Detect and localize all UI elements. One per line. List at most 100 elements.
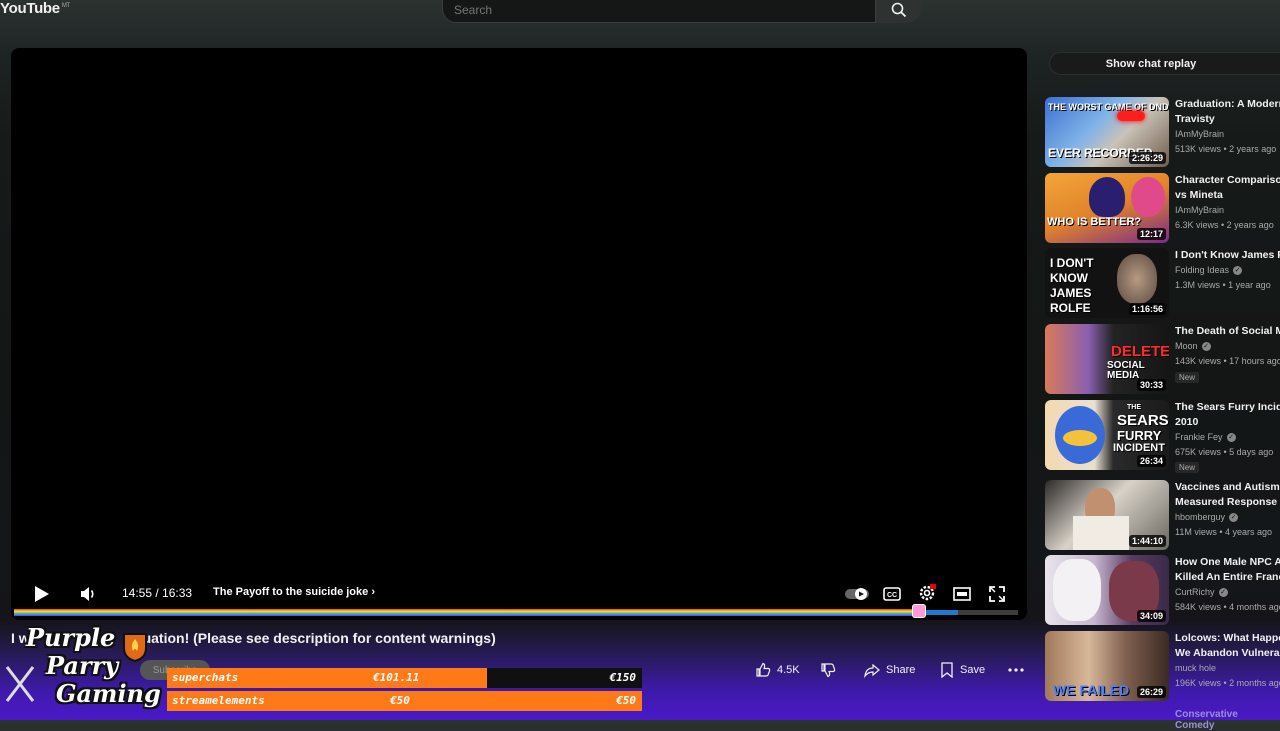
- video-thumbnail: WE FAILED 26:29: [1045, 631, 1169, 701]
- crossed-swords-icon: [5, 666, 35, 702]
- recommendation-item[interactable]: 34:09 How One Male NPC Alm Killed An Ent…: [1045, 555, 1280, 627]
- channel-label: muck hole: [1175, 663, 1217, 673]
- video-title: How One Male NPC Alm Killed An Entire Fr…: [1175, 556, 1280, 583]
- save-button[interactable]: Save: [940, 656, 990, 684]
- video-duration: 1:16:56: [1128, 303, 1166, 315]
- thumbs-down-icon: [821, 663, 836, 678]
- verified-icon: ✓: [1233, 265, 1243, 275]
- show-chat-replay-button[interactable]: Show chat replay: [1049, 52, 1280, 75]
- channel-name[interactable]: IAmMyBrain: [1175, 205, 1224, 215]
- svg-text:CC: CC: [887, 592, 897, 599]
- fullscreen-button[interactable]: [984, 583, 1010, 605]
- recommendation-item[interactable]: WE FAILED 26:29 Lolcows: What Happen We …: [1045, 631, 1280, 703]
- thumbnail-text-line: I DON'T: [1050, 256, 1094, 270]
- video-player[interactable]: 14:55 / 16:33 The Payoff to the suicide …: [11, 48, 1027, 620]
- toggle-icon: [845, 588, 869, 600]
- miniplayer-icon: [953, 587, 971, 601]
- video-title: I Don't Know James Rolf: [1175, 249, 1280, 261]
- channel-name[interactable]: Moon ✓: [1175, 341, 1211, 351]
- settings-button[interactable]: [914, 581, 940, 605]
- channel-name[interactable]: Folding Ideas ✓: [1175, 265, 1243, 275]
- gear-icon: [919, 584, 936, 601]
- verified-icon: ✓: [1226, 432, 1236, 442]
- channel-name[interactable]: Frankie Fey ✓: [1175, 432, 1236, 442]
- thumbnail-text: SOCIAL MEDIA: [1107, 360, 1145, 381]
- recommendation-item[interactable]: I DON'T KNOW JAMES ROLFE 1:16:56 I Don't…: [1045, 248, 1280, 320]
- video-thumbnail: 1:44:10: [1045, 480, 1169, 550]
- video-duration: 26:34: [1136, 455, 1166, 467]
- chevron-right-icon: ›: [371, 586, 375, 598]
- search-icon: [891, 2, 906, 17]
- video-duration: 1:44:10: [1128, 535, 1166, 547]
- brand-line-1: Purple: [26, 623, 116, 652]
- chapter-button[interactable]: The Payoff to the suicide joke ›: [213, 586, 375, 598]
- channel-name[interactable]: IAmMyBrain: [1175, 129, 1224, 139]
- more-actions-button[interactable]: [1006, 656, 1026, 684]
- video-title: Lolcows: What Happen We Abandon Vulnerab…: [1175, 632, 1280, 659]
- goal-target: €150: [609, 671, 637, 684]
- video-thumbnail: 34:09: [1045, 555, 1169, 625]
- thumbnail-text: DELETE: [1111, 343, 1169, 360]
- goal-label: streamelements: [172, 694, 265, 707]
- brand-line-3: Gaming: [56, 679, 161, 708]
- glowing-eyes: [1117, 111, 1145, 121]
- video-title: The Sears Furry Incide 2010: [1175, 401, 1280, 428]
- thumbnail-text-line: KNOW: [1050, 271, 1088, 285]
- channel-label: Frankie Fey: [1175, 432, 1223, 442]
- video-duration: 2:26:29: [1128, 152, 1166, 164]
- video-meta: 513K views • 2 years ago: [1175, 144, 1277, 154]
- thumbnail-text-line: ROLFE: [1050, 301, 1091, 315]
- video-duration: 12:17: [1136, 228, 1166, 240]
- thumbnail-text: THE WORST GAME OF DND: [1048, 102, 1169, 112]
- recommendation-item[interactable]: THE SEARS FURRY INCIDENT 26:34 The Sears…: [1045, 400, 1280, 473]
- like-button[interactable]: 4.5K: [755, 656, 807, 684]
- bookmark-icon: [941, 662, 953, 678]
- progress-played[interactable]: [14, 609, 919, 616]
- goal-bar-streamelements: streamelements €50 €50: [167, 691, 642, 711]
- recommendation-item[interactable]: 1:44:10 Vaccines and Autism: A Measured …: [1045, 480, 1280, 552]
- anime-character: [1053, 559, 1101, 621]
- volume-button[interactable]: [75, 581, 101, 607]
- progress-scrubber-handle[interactable]: [912, 604, 926, 618]
- recommendation-item[interactable]: WHO IS BETTER? 12:17 Character Compariso…: [1045, 173, 1280, 245]
- captions-icon: CC: [883, 587, 901, 601]
- thumbnail-text: WHO IS BETTER?: [1047, 216, 1142, 228]
- captions-button[interactable]: CC: [879, 583, 905, 605]
- play-button[interactable]: [28, 581, 54, 607]
- share-label: Share: [886, 664, 916, 676]
- miniplayer-button[interactable]: [949, 583, 975, 605]
- thumbnail-text: WE FAILED: [1053, 682, 1130, 698]
- recommendation-item[interactable]: DELETE SOCIAL MEDIA 30:33 The Death of S…: [1045, 324, 1280, 396]
- autoplay-toggle[interactable]: [844, 583, 870, 605]
- video-thumbnail: THE SEARS FURRY INCIDENT 26:34: [1045, 400, 1169, 470]
- search-bar[interactable]: [442, 0, 876, 23]
- channel-name[interactable]: hbomberguy ✓: [1175, 512, 1239, 522]
- share-button[interactable]: Share: [864, 656, 924, 684]
- thumbnail-text: INCIDENT: [1113, 442, 1165, 454]
- channel-label: hbomberguy: [1175, 512, 1226, 522]
- dislike-button[interactable]: [820, 656, 840, 684]
- thumbnail-text: THE: [1127, 404, 1141, 411]
- video-title: Character Comparison: vs Mineta: [1175, 174, 1280, 201]
- video-meta: 11M views • 4 years ago: [1175, 527, 1273, 537]
- fullscreen-icon: [989, 586, 1005, 602]
- recommendation-item[interactable]: THE WORST GAME OF DND EVER RECORDED 2:26…: [1045, 97, 1280, 169]
- video-thumbnail: DELETE SOCIAL MEDIA 30:33: [1045, 324, 1169, 394]
- channel-label: IAmMyBrain: [1175, 129, 1225, 139]
- title-fragment-right: aduation! (Please see description for co…: [126, 630, 496, 646]
- verified-icon: ✓: [1218, 587, 1228, 597]
- channel-name[interactable]: CurtRichy ✓: [1175, 587, 1228, 597]
- new-badge: New: [1175, 462, 1200, 473]
- share-icon: [864, 663, 880, 678]
- youtube-logo[interactable]: YouTube MT: [0, 0, 70, 17]
- thumbnail-text-line: JAMES: [1050, 286, 1092, 300]
- brand-line-2: Parry: [46, 651, 119, 680]
- more-horizontal-icon: [1008, 668, 1024, 672]
- verified-icon: ✓: [1229, 512, 1239, 522]
- channel-label: IAmMyBrain: [1175, 205, 1225, 215]
- channel-name[interactable]: muck hole: [1175, 663, 1216, 673]
- video-duration: 26:29: [1136, 686, 1166, 698]
- search-input[interactable]: [454, 3, 854, 17]
- search-button[interactable]: [876, 0, 921, 23]
- verified-icon: ✓: [1201, 341, 1211, 351]
